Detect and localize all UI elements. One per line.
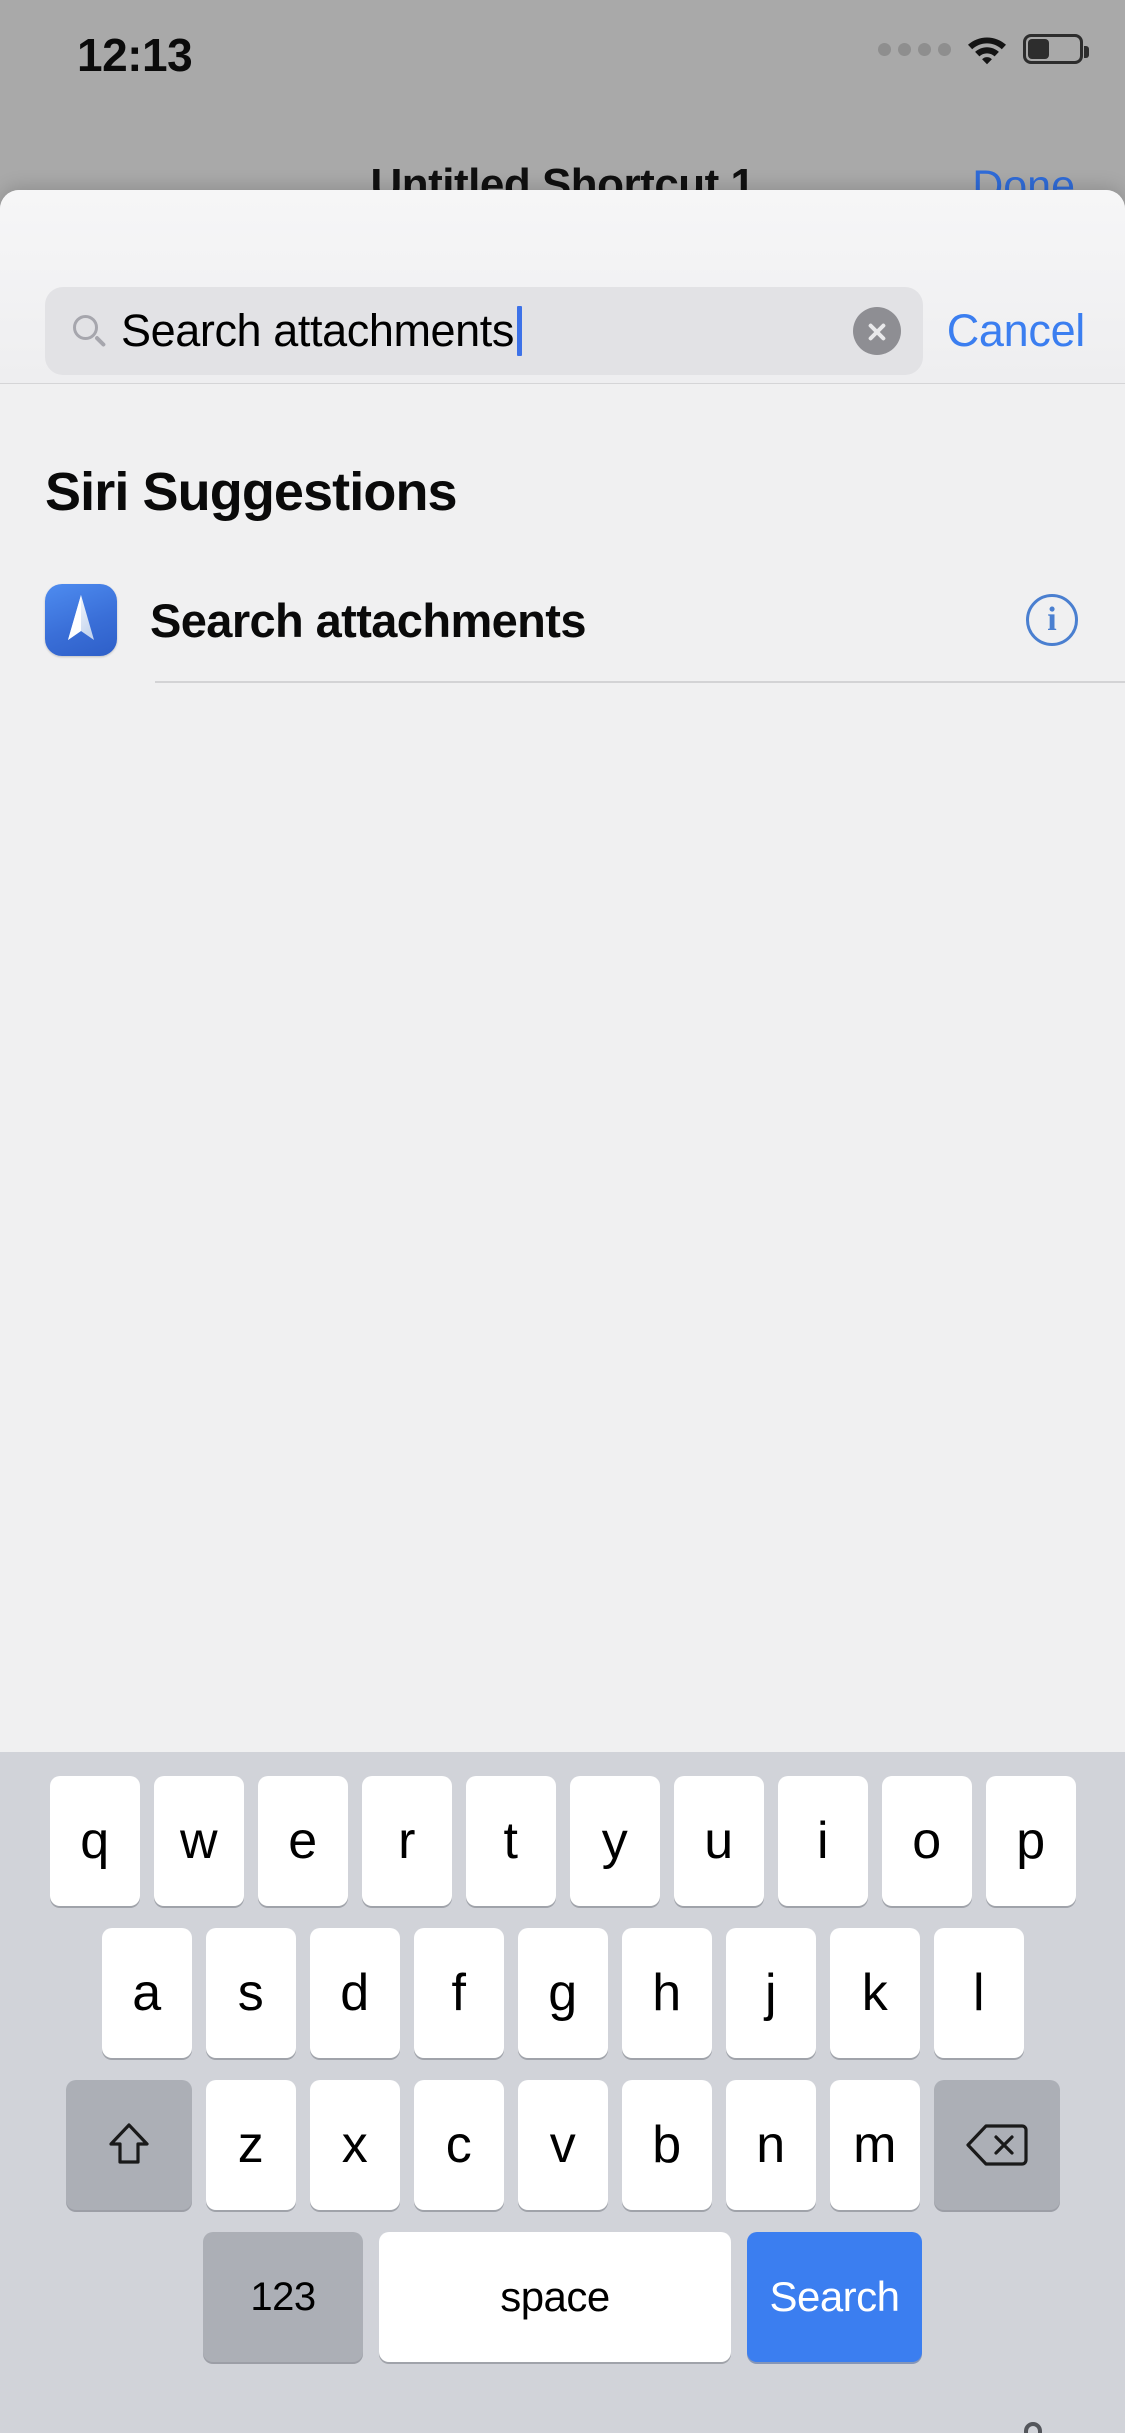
search-input-value: Search attachments: [121, 305, 515, 356]
status-bar-time: 12:13: [77, 29, 193, 81]
keyboard-row-4: 123 space Search: [0, 2210, 1125, 2362]
search-row: Search attachments Cancel: [45, 287, 1095, 375]
phone-screen: 12:13 Untitled Shortcut 1 Done Search at…: [0, 0, 1125, 2433]
keyboard-row-2: a s d f g h j k l: [0, 1906, 1125, 2058]
key-t[interactable]: t: [465, 1776, 556, 1906]
search-input[interactable]: Search attachments: [45, 287, 923, 375]
spark-mail-app-icon: [45, 584, 117, 656]
key-f[interactable]: f: [413, 1928, 504, 2058]
info-glyph: i: [1047, 601, 1057, 638]
keyboard-row-1: q w e r t y u i o p: [0, 1752, 1125, 1906]
key-s[interactable]: s: [205, 1928, 296, 2058]
battery-icon: [1023, 34, 1089, 64]
text-cursor: [517, 306, 523, 356]
shift-icon[interactable]: [65, 2080, 192, 2210]
key-v[interactable]: v: [517, 2080, 608, 2210]
key-r[interactable]: r: [361, 1776, 452, 1906]
key-j[interactable]: j: [725, 1928, 816, 2058]
backspace-icon[interactable]: [933, 2080, 1060, 2210]
key-x[interactable]: x: [309, 2080, 400, 2210]
dictation-row: [0, 2415, 1125, 2433]
key-a[interactable]: a: [101, 1928, 192, 2058]
search-icon: [71, 313, 107, 349]
key-o[interactable]: o: [881, 1776, 972, 1906]
microphone-icon[interactable]: [1011, 2421, 1055, 2433]
key-b[interactable]: b: [621, 2080, 712, 2210]
list-item[interactable]: Search attachments i: [0, 559, 1125, 681]
status-bar-indicators: [878, 32, 1089, 66]
key-y[interactable]: y: [569, 1776, 660, 1906]
key-e[interactable]: e: [257, 1776, 348, 1906]
wifi-icon: [965, 32, 1009, 66]
clear-icon[interactable]: [852, 307, 901, 355]
space-key[interactable]: space: [379, 2232, 731, 2362]
section-header-siri-suggestions: Siri Suggestions: [45, 462, 458, 522]
key-h[interactable]: h: [621, 1928, 712, 2058]
list-item-label: Search attachments: [150, 593, 586, 647]
cancel-button[interactable]: Cancel: [941, 305, 1095, 357]
key-l[interactable]: l: [933, 1928, 1024, 2058]
key-i[interactable]: i: [777, 1776, 868, 1906]
key-g[interactable]: g: [517, 1928, 608, 2058]
key-u[interactable]: u: [673, 1776, 764, 1906]
key-p[interactable]: p: [985, 1776, 1076, 1906]
list-separator: [155, 681, 1125, 683]
keyboard-row-3: z x c v b n m: [0, 2058, 1125, 2210]
status-bar: 12:13: [0, 0, 1125, 110]
info-circle-icon[interactable]: i: [1026, 594, 1078, 646]
key-k[interactable]: k: [829, 1928, 920, 2058]
key-n[interactable]: n: [725, 2080, 816, 2210]
key-m[interactable]: m: [829, 2080, 920, 2210]
key-c[interactable]: c: [413, 2080, 504, 2210]
search-key[interactable]: Search: [747, 2232, 922, 2362]
on-screen-keyboard: q w e r t y u i o p a s d f g h j k l z …: [0, 1752, 1125, 2433]
key-z[interactable]: z: [205, 2080, 296, 2210]
key-q[interactable]: q: [49, 1776, 140, 1906]
search-sheet: Search attachments Cancel Siri Suggestio…: [0, 190, 1125, 2433]
cellular-dots-icon: [878, 42, 951, 56]
key-d[interactable]: d: [309, 1928, 400, 2058]
numbers-key[interactable]: 123: [203, 2232, 363, 2362]
key-w[interactable]: w: [153, 1776, 244, 1906]
search-header: Search attachments Cancel: [0, 190, 1125, 384]
